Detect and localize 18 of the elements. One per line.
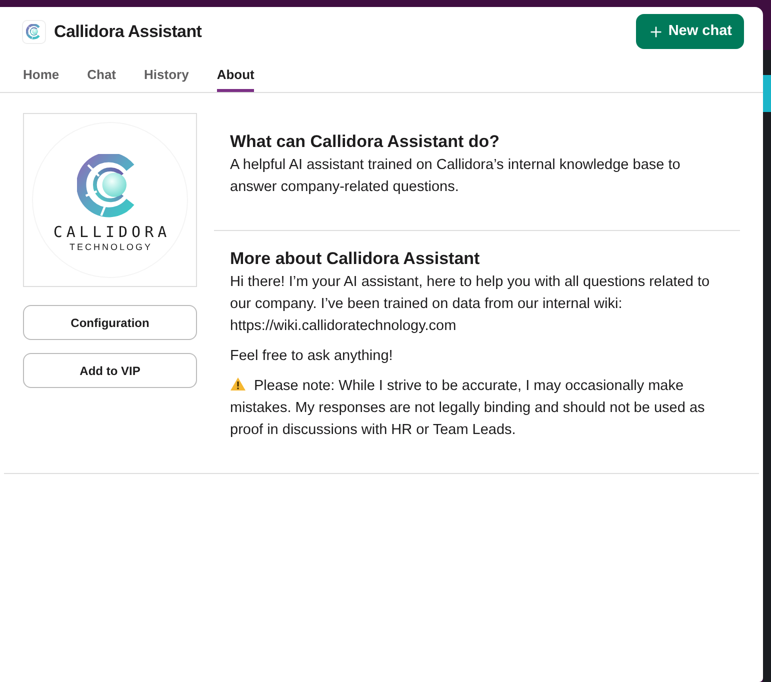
logo-icon [22, 20, 46, 44]
sidebar-button[interactable]: Add to VIP [23, 353, 197, 388]
paragraph: Hi there! I’m your AI assistant, here to help you with all questions related to our company. I’ve been trained on data from our internal wiki: https://wiki.callidoratechnology.com [230, 273, 711, 336]
section-heading: What can Callidora Assistant do? [230, 131, 501, 153]
paragraph: A helpful AI assistant trained on Callidora’s internal knowledge base to answer company-related questions. [230, 156, 682, 197]
paragraph: Feel free to ask anything! [230, 347, 394, 366]
tab[interactable]: About [216, 66, 254, 92]
tab[interactable]: History [144, 66, 189, 92]
app-title: Callidora Assistant [54, 20, 202, 43]
tab[interactable]: Chat [87, 66, 116, 92]
warning-note: Please note: While I strive to be accurate, I may occasionally make mistakes. My responses are not legally binding and should not be used as proof in discussions with HR or Team Leads. [230, 376, 706, 440]
logo-wordmark: CALLIDORA [52, 224, 171, 240]
tab[interactable]: Home [23, 66, 60, 92]
section-heading: More about Callidora Assistant [230, 248, 481, 270]
warning-icon [230, 377, 246, 391]
new-chat-button[interactable]: New chat [636, 14, 744, 49]
sidebar-button[interactable]: Configuration [23, 305, 197, 340]
logo-tagline: TECHNOLOGY [68, 242, 152, 252]
